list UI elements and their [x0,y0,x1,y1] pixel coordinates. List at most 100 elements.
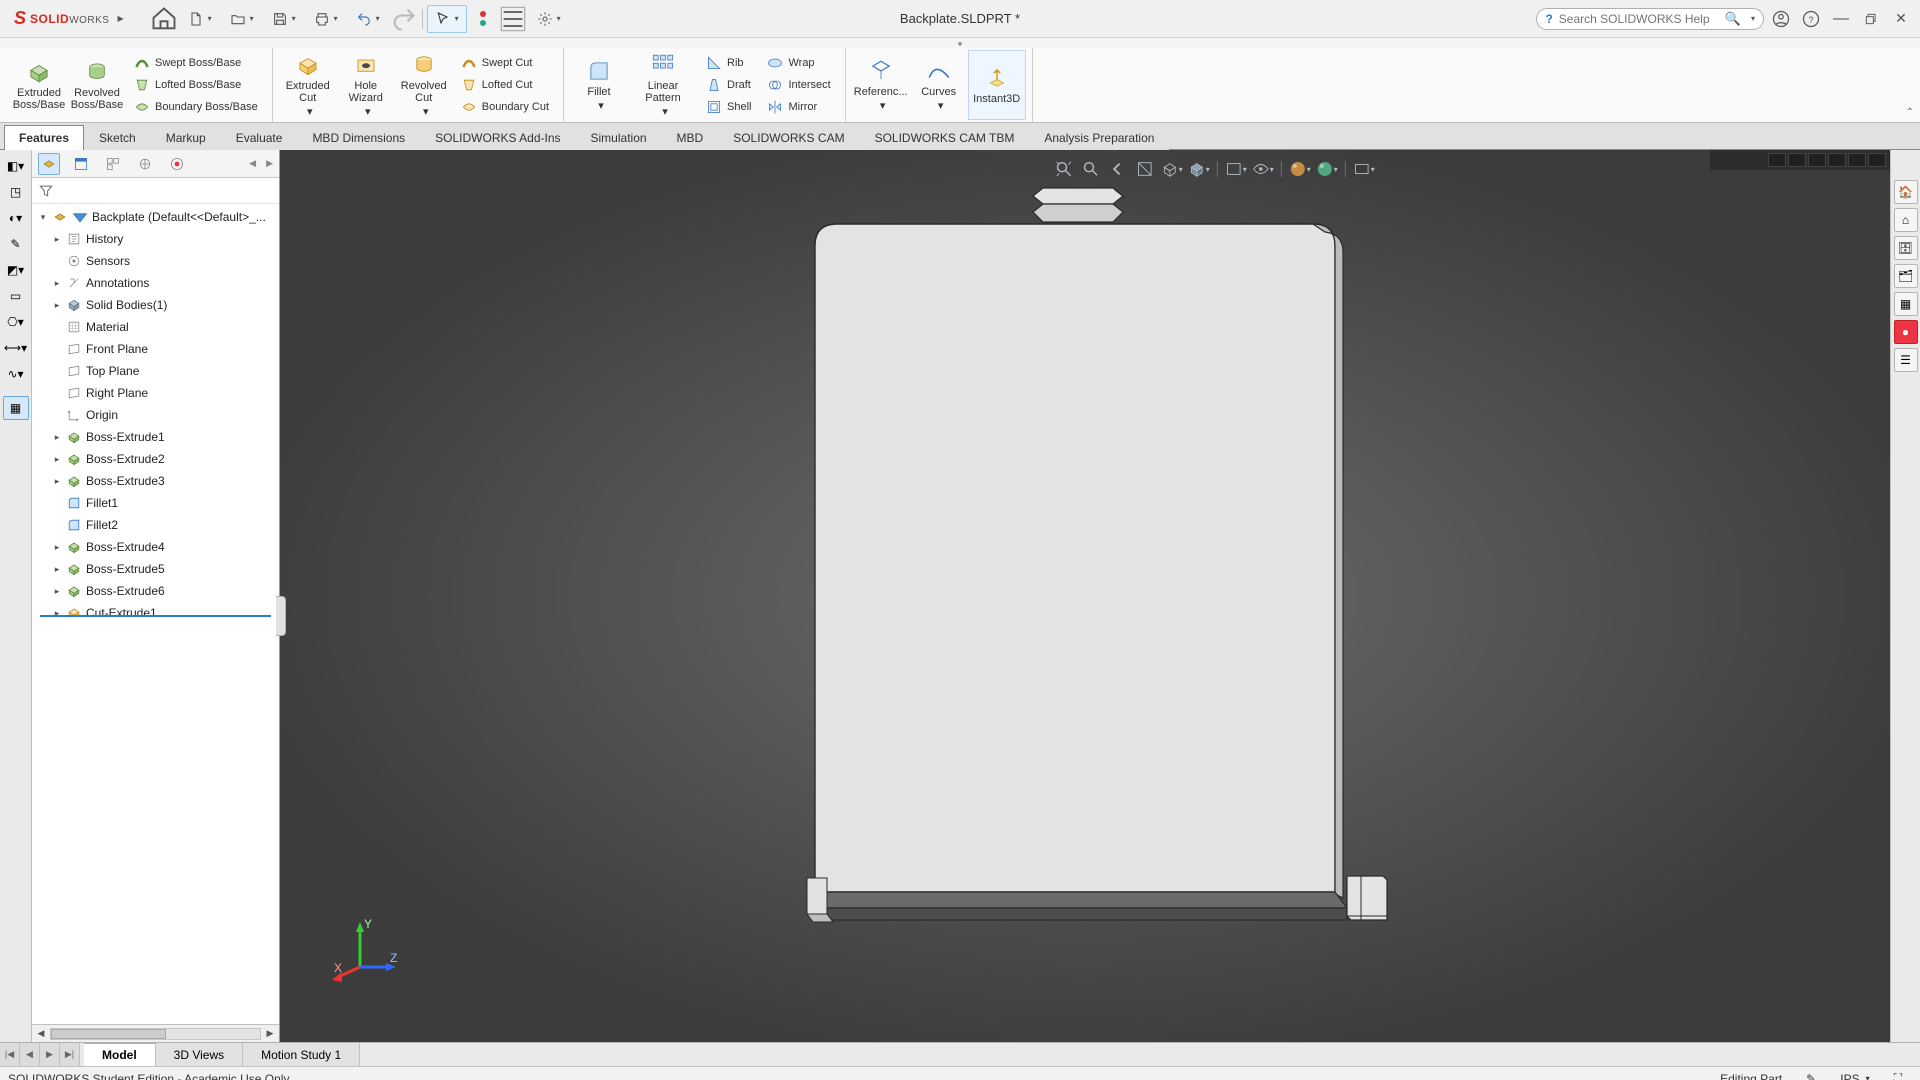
linear-pattern-button[interactable]: Linear Pattern▾ [628,50,698,120]
bottom-tab-motion-study-1[interactable]: Motion Study 1 [243,1043,360,1066]
fillet-button[interactable]: Fillet▾ [570,50,628,120]
extruded-cut-button[interactable]: Extruded Cut▾ [279,50,337,120]
new-button[interactable]: ▾ [180,5,220,33]
vp-btn-5[interactable] [1848,153,1866,167]
tree-row[interactable]: ▸Boss-Extrude1 [32,426,279,448]
dimxpert-tab-icon[interactable] [134,153,156,175]
task-home-icon[interactable]: 🏠 [1894,180,1918,204]
cmd-tab-mbd-dimensions[interactable]: MBD Dimensions [297,125,420,150]
tree-row[interactable]: ▸History [32,228,279,250]
redo-button[interactable] [390,5,418,33]
tree-row[interactable]: Top Plane [32,360,279,382]
graphics-viewport[interactable]: ▾ ▾ ▾ ▾ ▾ ▾ ▾ [280,150,1890,1042]
settings-button[interactable]: ▾ [529,5,569,33]
lt-cube-icon[interactable]: ◧▾ [3,154,29,178]
expand-arrow-icon[interactable]: ▸ [52,586,62,597]
lt-curve-icon[interactable]: ∿▾ [3,362,29,386]
tree-row[interactable]: ▸Cut-Extrude1 [32,602,279,615]
bottom-tab-3d-views[interactable]: 3D Views [156,1043,243,1066]
task-appearances-icon[interactable]: ● [1894,320,1918,344]
vp-btn-6[interactable] [1868,153,1886,167]
lofted-cut-button[interactable]: Lofted Cut [455,74,555,96]
tree-row[interactable]: Fillet1 [32,492,279,514]
tree-row[interactable]: Sensors [32,250,279,272]
mirror-button[interactable]: Mirror [761,96,836,118]
draft-button[interactable]: Draft [700,74,757,96]
help-button[interactable]: ? [1798,6,1824,32]
cmd-tab-solidworks-cam[interactable]: SOLIDWORKS CAM [718,125,859,150]
expand-arrow-icon[interactable]: ▸ [52,278,62,289]
vp-btn-1[interactable] [1768,153,1786,167]
scroll-right-icon[interactable]: ▶ [263,1027,277,1041]
revolved-cut-button[interactable]: Revolved Cut▾ [395,50,453,120]
cmd-tab-sketch[interactable]: Sketch [84,125,151,150]
boundary-boss-button[interactable]: Boundary Boss/Base [128,96,264,118]
tree-row[interactable]: Front Plane [32,338,279,360]
collapse-ribbon-icon[interactable]: ⌃ [1906,107,1914,118]
expand-arrow-icon[interactable]: ▸ [52,476,62,487]
close-button[interactable]: ✕ [1888,6,1914,32]
swept-cut-button[interactable]: Swept Cut [455,52,555,74]
tree-row[interactable]: Fillet2 [32,514,279,536]
cmd-tab-solidworks-add-ins[interactable]: SOLIDWORKS Add-Ins [420,125,575,150]
save-button[interactable]: ▾ [264,5,304,33]
shell-button[interactable]: Shell [700,96,757,118]
intersect-button[interactable]: Intersect [761,74,836,96]
cmd-tab-features[interactable]: Features [4,125,84,150]
tree-row[interactable]: Origin [32,404,279,426]
cmd-tab-solidworks-cam-tbm[interactable]: SOLIDWORKS CAM TBM [860,125,1030,150]
expand-arrow-icon[interactable]: ▸ [52,234,62,245]
status-rebuild-icon[interactable]: ✎ [1806,1072,1816,1080]
bt-first-icon[interactable]: |◀ [0,1043,20,1066]
lt-selected-tool-icon[interactable]: ▦ [3,396,29,420]
status-maximize-icon[interactable]: ⛶ [1894,1071,1902,1080]
bt-prev-icon[interactable]: ◀ [20,1043,40,1066]
instant3d-button[interactable]: Instant3D [968,50,1026,120]
bt-next-icon[interactable]: ▶ [40,1043,60,1066]
cmd-tab-analysis-preparation[interactable]: Analysis Preparation [1029,125,1169,150]
curves-button[interactable]: Curves▾ [910,50,968,120]
lofted-boss-button[interactable]: Lofted Boss/Base [128,74,264,96]
rib-button[interactable]: Rib [700,52,757,74]
coordinate-triad-icon[interactable]: Y X Z [330,912,410,992]
task-properties-icon[interactable]: ☰ [1894,348,1918,372]
expand-arrow-icon[interactable]: ▸ [52,608,62,616]
expand-arrow-icon[interactable]: ▸ [52,542,62,553]
reference-geometry-button[interactable]: Referenc...▾ [852,50,910,120]
hole-wizard-button[interactable]: Hole Wizard▾ [337,50,395,120]
chevron-down-icon[interactable]: ▶ [117,14,123,23]
bt-last-icon[interactable]: ▶| [60,1043,80,1066]
user-account-button[interactable] [1768,6,1794,32]
tree-root[interactable]: ▾ Backplate (Default<<Default>_... [32,206,279,228]
feature-tree-tab-icon[interactable] [38,153,60,175]
swept-boss-button[interactable]: Swept Boss/Base [128,52,264,74]
cmd-tab-simulation[interactable]: Simulation [576,125,662,150]
wrap-button[interactable]: Wrap [761,52,836,74]
task-explorer-icon[interactable]: 🗂 [1894,264,1918,288]
tree-row[interactable]: ▸Boss-Extrude3 [32,470,279,492]
tree-row[interactable]: Material [32,316,279,338]
configuration-manager-tab-icon[interactable] [102,153,124,175]
lt-sheetmetal-icon[interactable]: ▭ [3,284,29,308]
restore-button[interactable] [1858,6,1884,32]
bottom-tab-model[interactable]: Model [84,1043,156,1066]
cmd-tab-markup[interactable]: Markup [151,125,221,150]
panel-splitter-handle[interactable] [276,596,286,636]
expand-arrow-icon[interactable]: ▸ [52,300,62,311]
cmd-tab-evaluate[interactable]: Evaluate [221,125,298,150]
display-manager-tab-icon[interactable] [166,153,188,175]
open-button[interactable]: ▾ [222,5,262,33]
tree-row[interactable]: ▸Annotations [32,272,279,294]
filter-icon[interactable] [38,183,54,199]
tree-row[interactable]: Right Plane [32,382,279,404]
tree-row[interactable]: ▸Solid Bodies(1) [32,294,279,316]
lt-weldment-icon[interactable]: ⎔▾ [3,310,29,334]
feature-panel-hscrollbar[interactable]: ◀ ▶ [32,1024,279,1042]
lt-dim-icon[interactable]: ⟷▾ [3,336,29,360]
vp-btn-3[interactable] [1808,153,1826,167]
feature-tree[interactable]: ▾ Backplate (Default<<Default>_... ▸Hist… [32,204,279,615]
vp-btn-4[interactable] [1828,153,1846,167]
tree-row[interactable]: ▸Boss-Extrude5 [32,558,279,580]
quick-access-pin[interactable]: ● [0,38,1920,48]
property-manager-tab-icon[interactable] [70,153,92,175]
